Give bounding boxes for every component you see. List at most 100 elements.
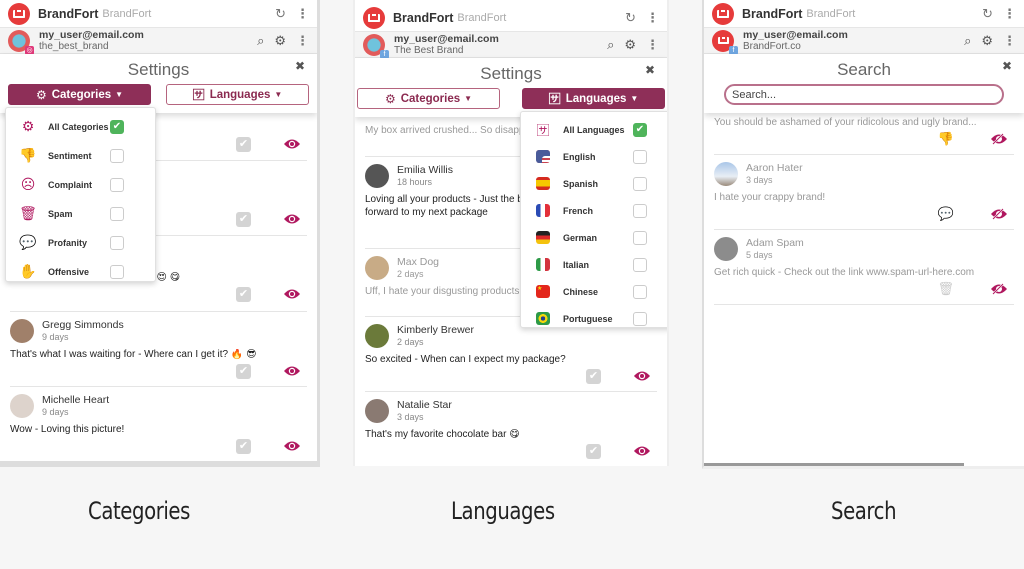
user-avatar xyxy=(10,394,34,418)
checkbox[interactable] xyxy=(110,206,124,221)
search-icon[interactable]: ⌕ xyxy=(964,34,971,47)
translate-icon: 🈂 xyxy=(536,123,550,138)
approve-checkbox[interactable]: ✔ xyxy=(586,443,601,459)
account-email: my_user@email.com xyxy=(743,28,848,41)
search-title: Search xyxy=(837,60,891,79)
checkbox[interactable] xyxy=(110,264,124,279)
approve-checkbox[interactable]: ✔ xyxy=(236,438,251,454)
refresh-icon[interactable]: ↻ xyxy=(275,7,286,20)
brandfort-logo xyxy=(712,2,734,25)
eye-icon[interactable] xyxy=(633,370,651,382)
account-name: the_best_brand xyxy=(39,40,109,52)
category-option-offensive[interactable]: ✋ Offensive xyxy=(6,257,155,286)
eye-off-icon[interactable] xyxy=(990,283,1008,295)
languages-button[interactable]: 🈂 Languages ▼ xyxy=(166,84,309,105)
thumbs-down-icon: 👎 xyxy=(937,131,954,146)
languages-button-label: Languages xyxy=(209,88,271,101)
more-vertical-icon[interactable]: ⋮ xyxy=(646,10,659,26)
search-icon[interactable]: ⌕ xyxy=(257,34,264,47)
close-icon[interactable]: ✖ xyxy=(295,59,305,73)
checkbox[interactable] xyxy=(633,284,647,299)
checkbox[interactable] xyxy=(110,235,124,250)
gear-icon[interactable]: ⚙ xyxy=(624,38,636,51)
eye-icon[interactable] xyxy=(283,288,301,300)
option-label: All Categories xyxy=(48,121,109,132)
account-bar: f my_user@email.com The Best Brand ⌕ ⚙ ⋮ xyxy=(355,32,667,59)
checkbox[interactable] xyxy=(633,257,647,272)
user-avatar xyxy=(365,256,389,280)
eye-icon[interactable] xyxy=(283,138,301,150)
post-time: 2 days xyxy=(397,337,424,347)
approve-checkbox[interactable]: ✔ xyxy=(236,211,251,227)
flag-de-icon xyxy=(536,231,550,244)
checkbox[interactable] xyxy=(633,311,647,326)
checkbox-checked[interactable]: ✔ xyxy=(633,122,647,137)
category-option-all[interactable]: ⚙ All Categories ✔ xyxy=(6,112,155,141)
category-option-sentiment[interactable]: 👎 Sentiment xyxy=(6,141,155,170)
post-message: You should be ashamed of your ridicolous… xyxy=(714,117,977,128)
option-label: All Languages xyxy=(563,124,625,135)
more-vertical-icon[interactable]: ⋮ xyxy=(1003,33,1016,49)
close-icon[interactable]: ✖ xyxy=(1002,59,1012,73)
horizontal-scrollbar[interactable] xyxy=(704,463,964,466)
post-time: 3 days xyxy=(397,412,424,422)
checkbox[interactable] xyxy=(110,177,124,192)
eye-icon[interactable] xyxy=(283,440,301,452)
search-input[interactable] xyxy=(724,84,1004,105)
categories-button-label: Categories xyxy=(51,88,112,101)
category-option-profanity[interactable]: 💬 Profanity xyxy=(6,228,155,257)
checkbox[interactable] xyxy=(110,148,124,163)
translate-icon: 🈂 xyxy=(192,88,205,102)
post-message: That's what I was waiting for - Where ca… xyxy=(10,349,257,360)
eye-icon[interactable] xyxy=(633,445,651,457)
language-option-german[interactable]: German xyxy=(521,224,667,251)
category-option-spam[interactable]: 🗑 Spam xyxy=(6,199,155,228)
languages-button[interactable]: 🈂 Languages ▼ xyxy=(522,88,665,109)
more-vertical-icon[interactable]: ⋮ xyxy=(646,37,659,53)
languages-panel: BrandFort BrandFort ↻ ⋮ f my_user@email.… xyxy=(353,0,669,466)
close-icon[interactable]: ✖ xyxy=(645,63,655,77)
option-label: Profanity xyxy=(48,237,88,248)
categories-button[interactable]: ⚙ Categories ▼ xyxy=(8,84,151,105)
eye-icon[interactable] xyxy=(283,365,301,377)
user-avatar xyxy=(365,399,389,423)
category-option-complaint[interactable]: ☹ Complaint xyxy=(6,170,155,199)
more-vertical-icon[interactable]: ⋮ xyxy=(296,33,309,49)
eye-off-icon[interactable] xyxy=(990,208,1008,220)
post-item: Aaron Hater 3 days I hate your crappy br… xyxy=(714,155,1014,230)
categories-button[interactable]: ⚙ Categories ▼ xyxy=(357,88,500,109)
language-option-chinese[interactable]: ★ Chinese xyxy=(521,278,667,305)
checkbox[interactable] xyxy=(633,203,647,218)
categories-button-label: Categories xyxy=(400,92,461,105)
language-option-english[interactable]: English xyxy=(521,143,667,170)
checkbox[interactable] xyxy=(633,176,647,191)
gear-icon[interactable]: ⚙ xyxy=(981,34,993,47)
language-option-all[interactable]: 🈂 All Languages ✔ xyxy=(521,116,667,143)
gear-icon[interactable]: ⚙ xyxy=(274,34,286,47)
profanity-bubble-icon: 💬 xyxy=(937,206,954,221)
language-option-portuguese[interactable]: Portuguese xyxy=(521,305,667,332)
search-panel: BrandFort BrandFort ↻ ⋮ f my_user@email.… xyxy=(702,0,1024,469)
refresh-icon[interactable]: ↻ xyxy=(982,7,993,20)
account-bar: ◎ my_user@email.com the_best_brand ⌕ ⚙ ⋮ xyxy=(0,28,317,55)
approve-checkbox[interactable]: ✔ xyxy=(586,368,601,384)
more-vertical-icon[interactable]: ⋮ xyxy=(296,6,309,22)
post-time: 18 hours xyxy=(397,177,433,187)
approve-checkbox[interactable]: ✔ xyxy=(236,136,251,152)
checkbox[interactable] xyxy=(633,230,647,245)
post-author: Aaron Hater xyxy=(746,162,803,174)
checkbox[interactable] xyxy=(633,149,647,164)
language-option-italian[interactable]: Italian xyxy=(521,251,667,278)
settings-title: Settings xyxy=(127,60,190,79)
refresh-icon[interactable]: ↻ xyxy=(625,11,636,24)
eye-off-icon[interactable] xyxy=(990,133,1008,145)
more-vertical-icon[interactable]: ⋮ xyxy=(1003,6,1016,22)
search-icon[interactable]: ⌕ xyxy=(607,38,614,51)
approve-checkbox[interactable]: ✔ xyxy=(236,286,251,302)
approve-checkbox[interactable]: ✔ xyxy=(236,363,251,379)
language-option-spanish[interactable]: Spanish xyxy=(521,170,667,197)
search-box: Search ✖ xyxy=(704,54,1024,113)
eye-icon[interactable] xyxy=(283,213,301,225)
checkbox-checked[interactable]: ✔ xyxy=(110,119,124,134)
language-option-french[interactable]: French xyxy=(521,197,667,224)
